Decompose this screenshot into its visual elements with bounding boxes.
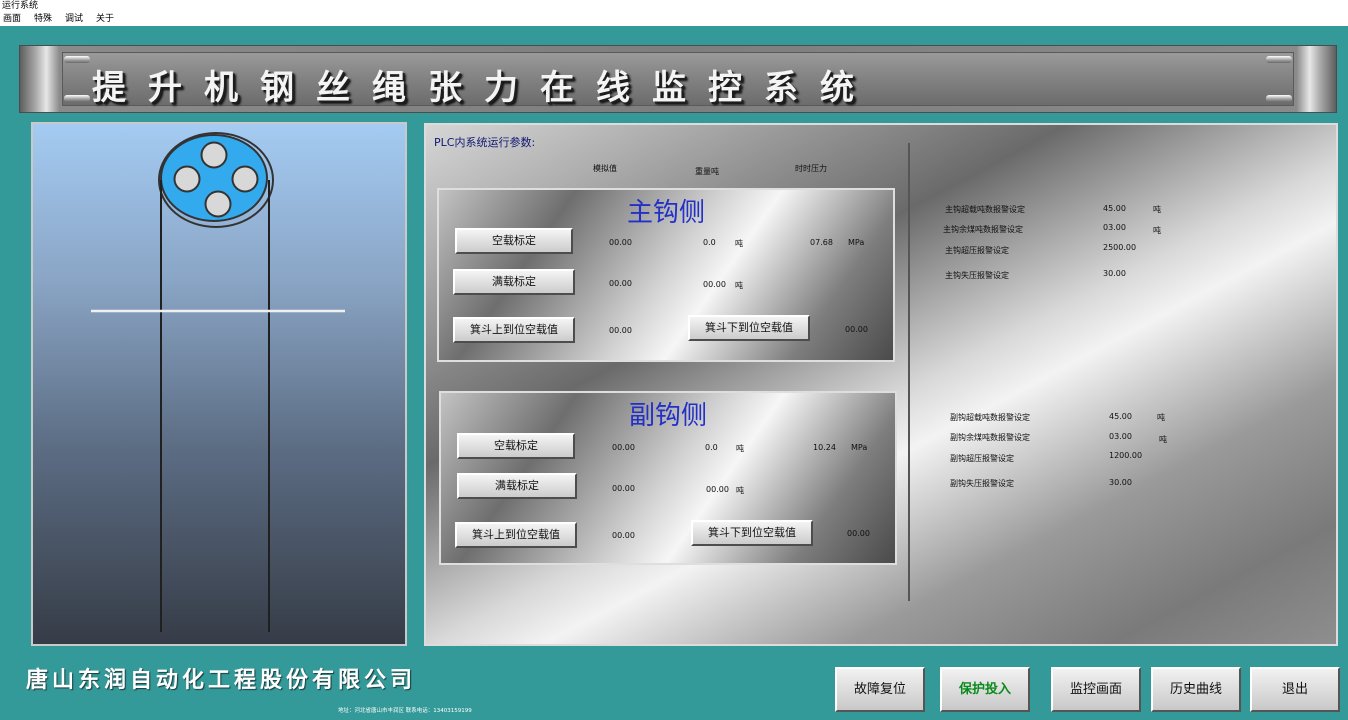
aux-setting-value[interactable]: 45.00 (1109, 412, 1132, 421)
col-head-pressure: 时时压力 (795, 164, 827, 173)
main-setting-unit: 吨 (1153, 226, 1161, 235)
main-empty-weight-unit: 吨 (735, 239, 743, 248)
menu-bar: 画面 特殊 调试 关于 (0, 12, 1348, 26)
aux-setting-unit: 吨 (1157, 413, 1165, 422)
aux-full-weight: 00.00 (706, 485, 729, 494)
aux-setting-label: 副钩余煤吨数报警设定 (950, 433, 1030, 442)
menu-item-debug[interactable]: 调试 (62, 12, 87, 26)
aux-setting-value[interactable]: 30.00 (1109, 478, 1132, 487)
main-setting-value[interactable]: 30.00 (1103, 269, 1126, 278)
main-setting-value[interactable]: 45.00 (1103, 204, 1126, 213)
aux-hook-box: 副钩侧 空载标定 满载标定 箕斗上到位空载值 箕斗下到位空载值 00.00 0.… (439, 391, 897, 565)
sheave-wheel-icon (158, 132, 274, 228)
exit-button[interactable]: 退出 (1250, 667, 1340, 712)
main-setting-value[interactable]: 2500.00 (1103, 243, 1136, 252)
main-skip-down-value: 00.00 (845, 325, 868, 334)
main-pressure-unit: MPa (848, 238, 865, 247)
main-setting-value[interactable]: 03.00 (1103, 223, 1126, 232)
hoist-diagram (91, 132, 345, 632)
aux-empty-calibrate-button[interactable]: 空载标定 (457, 433, 575, 459)
main-setting-unit: 吨 (1153, 205, 1161, 214)
bolt-icon (1266, 56, 1292, 63)
aux-hook-title: 副钩侧 (628, 401, 707, 431)
aux-setting-label: 副钩失压报警设定 (950, 479, 1014, 488)
aux-skip-up-button[interactable]: 箕斗上到位空载值 (455, 522, 577, 548)
main-full-analog: 00.00 (609, 279, 632, 288)
protect-enable-button[interactable]: 保护投入 (940, 667, 1030, 712)
app-canvas: 提升机钢丝绳张力在线监控系统 PLC内系统运行参数: 模拟值 重量吨 时时压力 … (0, 26, 1348, 720)
aux-full-weight-unit: 吨 (736, 486, 744, 495)
bolt-icon (64, 56, 90, 63)
company-address: 地址：河北省唐山市丰润区 联系电话：13403159199 (338, 708, 472, 714)
main-setting-label: 主钩超压报警设定 (945, 246, 1009, 255)
bolt-icon (64, 95, 90, 102)
main-full-calibrate-button[interactable]: 满载标定 (453, 269, 575, 295)
aux-setting-unit: 吨 (1159, 435, 1167, 444)
plc-params-label: PLC内系统运行参数: (434, 136, 536, 149)
main-full-weight-unit: 吨 (735, 281, 743, 290)
aux-skip-up-value: 00.00 (612, 531, 635, 540)
aux-empty-analog: 00.00 (612, 443, 635, 452)
main-skip-up-value: 00.00 (609, 326, 632, 335)
title-banner: 提升机钢丝绳张力在线监控系统 (19, 45, 1337, 113)
aux-setting-label: 副钩超载吨数报警设定 (950, 413, 1030, 422)
main-pressure-value: 07.68 (810, 238, 833, 247)
aux-setting-label: 副钩超压报警设定 (950, 454, 1014, 463)
main-setting-label: 主钩余煤吨数报警设定 (943, 225, 1023, 234)
main-hook-box: 主钩侧 空载标定 满载标定 箕斗上到位空载值 箕斗下到位空载值 00.00 0.… (437, 188, 895, 362)
main-empty-analog: 00.00 (609, 238, 632, 247)
aux-skip-down-value: 00.00 (847, 529, 870, 538)
aux-empty-weight: 0.0 (705, 443, 718, 452)
history-curve-button[interactable]: 历史曲线 (1151, 667, 1241, 712)
bolt-icon (1266, 95, 1292, 102)
main-setting-label: 主钩超载吨数报警设定 (945, 205, 1025, 214)
aux-pressure-unit: MPa (851, 443, 868, 452)
main-skip-up-button[interactable]: 箕斗上到位空载值 (453, 317, 575, 343)
main-skip-down-button[interactable]: 箕斗下到位空载值 (688, 315, 810, 341)
main-empty-weight: 0.0 (703, 238, 716, 247)
main-setting-label: 主钩失压报警设定 (945, 271, 1009, 280)
main-hook-title: 主钩侧 (626, 198, 705, 228)
aux-full-calibrate-button[interactable]: 满载标定 (457, 473, 577, 499)
fault-reset-button[interactable]: 故障复位 (835, 667, 925, 712)
aux-empty-weight-unit: 吨 (736, 444, 744, 453)
vertical-divider (908, 143, 910, 601)
menu-item-special[interactable]: 特殊 (31, 12, 56, 26)
window-title: 运行系统 (0, 0, 1348, 12)
menu-item-about[interactable]: 关于 (93, 12, 118, 26)
monitor-screen-button[interactable]: 监控画面 (1051, 667, 1141, 712)
company-name: 唐山东润自动化工程股份有限公司 (26, 667, 417, 693)
col-head-weight: 重量吨 (695, 167, 719, 176)
main-full-weight: 00.00 (703, 280, 726, 289)
system-title: 提升机钢丝绳张力在线监控系统 (92, 68, 876, 108)
parameter-panel: PLC内系统运行参数: 模拟值 重量吨 时时压力 主钩侧 空载标定 满载标定 箕… (424, 123, 1338, 646)
hoist-diagram-panel (31, 122, 407, 646)
menu-item-screen[interactable]: 画面 (0, 12, 25, 26)
aux-skip-down-button[interactable]: 箕斗下到位空载值 (691, 520, 813, 546)
main-empty-calibrate-button[interactable]: 空载标定 (455, 228, 573, 254)
col-head-analog: 模拟值 (593, 164, 617, 173)
aux-setting-value[interactable]: 1200.00 (1109, 451, 1142, 460)
aux-full-analog: 00.00 (612, 484, 635, 493)
aux-setting-value[interactable]: 03.00 (1109, 432, 1132, 441)
aux-pressure-value: 10.24 (813, 443, 836, 452)
